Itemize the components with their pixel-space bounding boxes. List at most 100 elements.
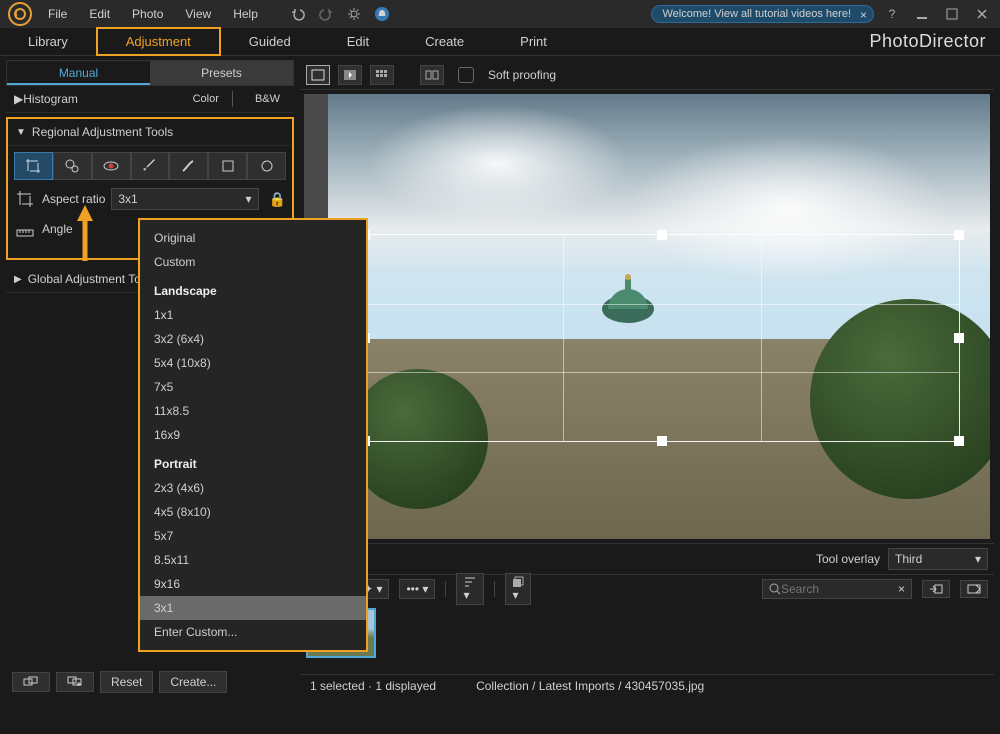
view-grid-button[interactable] <box>370 65 394 85</box>
crop-handle[interactable] <box>657 230 667 240</box>
dd-3x2[interactable]: 3x2 (6x4) <box>140 327 366 351</box>
regional-header[interactable]: ▼ Regional Adjustment Tools <box>8 119 292 146</box>
overlay-bar: Tool overlay Third ▾ <box>300 543 994 574</box>
histogram-label: Histogram <box>23 92 78 106</box>
lock-icon[interactable]: 🔒 <box>269 191 286 208</box>
view-single-button[interactable] <box>306 65 330 85</box>
search-input[interactable] <box>781 582 898 596</box>
copy-adjustments-button[interactable] <box>12 672 50 692</box>
dd-group-portrait: Portrait <box>140 447 366 476</box>
soft-proofing-label: Soft proofing <box>488 68 556 82</box>
module-print[interactable]: Print <box>492 29 575 54</box>
radial-tool-button[interactable] <box>247 152 286 180</box>
dd-4x5[interactable]: 4x5 (8x10) <box>140 500 366 524</box>
close-icon[interactable] <box>974 6 990 22</box>
dropdown-arrow-icon: ▾ <box>246 192 252 206</box>
crop-rectangle[interactable] <box>364 234 960 442</box>
crop-icon <box>14 188 36 210</box>
export-button[interactable] <box>922 580 950 598</box>
dropdown-arrow-icon: ▾ <box>975 552 981 566</box>
aspect-ratio-dropdown[interactable]: 3x1 ▾ <box>111 188 258 210</box>
crop-tool-button[interactable] <box>14 152 53 180</box>
stack-button[interactable]: ▾ <box>505 573 531 605</box>
histogram-bw-btn[interactable]: B&W <box>249 91 286 107</box>
menu-help[interactable]: Help <box>233 7 258 21</box>
module-guided[interactable]: Guided <box>221 29 319 54</box>
main-area: Soft proofing Tool overlay <box>300 60 994 696</box>
brand-label: PhotoDirector <box>869 31 986 52</box>
sub-tabs: Manual Presets <box>6 60 294 86</box>
status-selection: 1 selected · 1 displayed <box>310 679 436 693</box>
share-button[interactable] <box>960 580 988 598</box>
spot-tool-button[interactable] <box>53 152 92 180</box>
menu-file[interactable]: File <box>48 7 67 21</box>
minimize-icon[interactable] <box>914 6 930 22</box>
histogram-color-btn[interactable]: Color <box>187 91 225 107</box>
dd-11x85[interactable]: 11x8.5 <box>140 399 366 423</box>
search-box[interactable]: × <box>762 579 912 599</box>
redeye-tool-button[interactable] <box>92 152 131 180</box>
dd-7x5[interactable]: 7x5 <box>140 375 366 399</box>
reset-button[interactable]: Reset <box>100 671 153 693</box>
chevron-right-icon: ▶ <box>14 274 22 285</box>
paste-adjustments-button[interactable] <box>56 672 94 692</box>
dd-16x9[interactable]: 16x9 <box>140 423 366 447</box>
module-adjustment[interactable]: Adjustment <box>96 27 221 56</box>
crop-handle[interactable] <box>954 436 964 446</box>
dd-9x16[interactable]: 9x16 <box>140 572 366 596</box>
dd-5x7[interactable]: 5x7 <box>140 524 366 548</box>
dd-original[interactable]: Original <box>140 226 366 250</box>
sort-button[interactable]: ▾ <box>456 573 484 605</box>
brush-tool-button[interactable] <box>131 152 170 180</box>
histogram-section[interactable]: ▶ Histogram Color B&W <box>6 86 294 113</box>
regional-label: Regional Adjustment Tools <box>32 125 173 139</box>
dd-enter-custom[interactable]: Enter Custom... <box>140 620 366 644</box>
tab-presets[interactable]: Presets <box>150 61 293 85</box>
create-preset-button[interactable]: Create... <box>159 671 227 693</box>
aspect-ratio-menu: Original Custom Landscape 1x1 3x2 (6x4) … <box>138 218 368 652</box>
annotation-arrow <box>75 205 95 261</box>
global-label: Global Adjustment Tools <box>28 272 157 286</box>
tab-manual[interactable]: Manual <box>7 61 150 85</box>
selection-tool-button[interactable] <box>169 152 208 180</box>
settings-icon[interactable] <box>346 6 362 22</box>
menu-view[interactable]: View <box>185 7 211 21</box>
help-icon[interactable]: ? <box>884 6 900 22</box>
undo-icon[interactable] <box>290 6 306 22</box>
dd-1x1[interactable]: 1x1 <box>140 303 366 327</box>
notification-icon[interactable] <box>374 6 390 22</box>
angle-label: Angle <box>42 222 73 236</box>
filter-rating-button[interactable]: ••• ▾ <box>399 579 435 599</box>
crop-handle[interactable] <box>954 230 964 240</box>
module-library[interactable]: Library <box>0 29 96 54</box>
menu-photo[interactable]: Photo <box>132 7 163 21</box>
clear-search-icon[interactable]: × <box>898 582 905 596</box>
view-split-button[interactable] <box>338 65 362 85</box>
welcome-close-icon[interactable]: × <box>860 8 867 22</box>
search-icon <box>769 583 781 595</box>
image-canvas[interactable] <box>304 94 990 539</box>
soft-proofing-checkbox[interactable] <box>458 67 474 83</box>
tool-overlay-dropdown[interactable]: Third ▾ <box>888 548 988 570</box>
welcome-banner[interactable]: Welcome! View all tutorial videos here! … <box>651 5 874 23</box>
crop-handle[interactable] <box>657 436 667 446</box>
menu-edit[interactable]: Edit <box>89 7 110 21</box>
module-create[interactable]: Create <box>397 29 492 54</box>
chevron-down-icon: ▼ <box>16 127 26 138</box>
maximize-icon[interactable] <box>944 6 960 22</box>
module-edit[interactable]: Edit <box>319 29 397 54</box>
dd-3x1[interactable]: 3x1 <box>140 596 366 620</box>
left-panel-footer: Reset Create... <box>6 668 294 696</box>
dd-custom[interactable]: Custom <box>140 250 366 274</box>
status-path: Collection / Latest Imports / 430457035.… <box>476 679 704 693</box>
menu-bar: File Edit Photo View Help Welcome! View … <box>0 0 1000 28</box>
aspect-ratio-label: Aspect ratio <box>42 192 105 206</box>
dd-2x3[interactable]: 2x3 (4x6) <box>140 476 366 500</box>
view-compare-button[interactable] <box>420 65 444 85</box>
dd-5x4[interactable]: 5x4 (10x8) <box>140 351 366 375</box>
aspect-ratio-value: 3x1 <box>118 192 137 206</box>
redo-icon[interactable] <box>318 6 334 22</box>
crop-handle[interactable] <box>954 333 964 343</box>
gradient-tool-button[interactable] <box>208 152 247 180</box>
dd-85x11[interactable]: 8.5x11 <box>140 548 366 572</box>
